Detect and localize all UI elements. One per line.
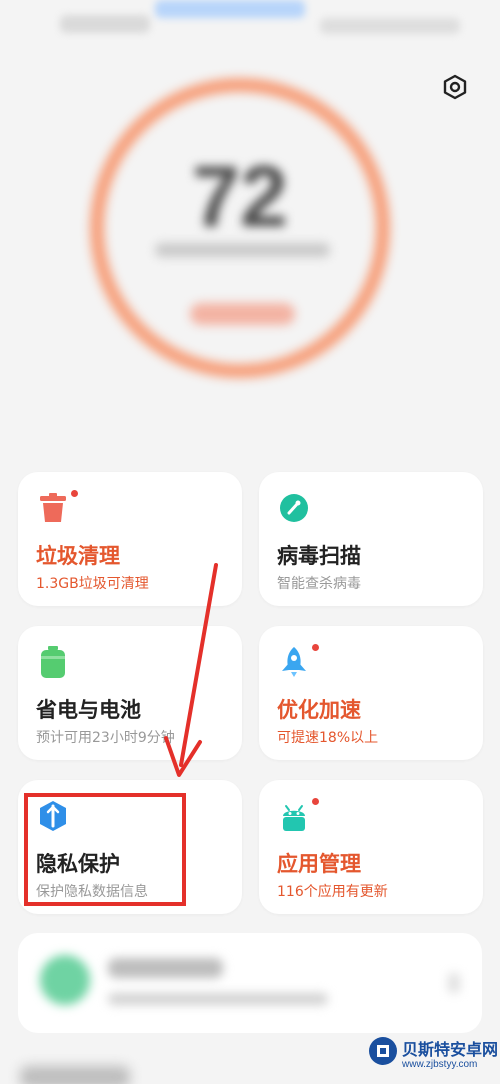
card-app-management[interactable]: 应用管理 116个应用有更新 xyxy=(259,780,483,914)
watermark-url: www.zjbstyy.com xyxy=(402,1059,478,1070)
watermark-name: 贝斯特安卓网 xyxy=(402,1040,499,1059)
card-subtitle: 1.3GB垃圾可清理 xyxy=(36,576,149,592)
card-subtitle: 智能查杀病毒 xyxy=(277,576,361,592)
feature-subtitle xyxy=(108,993,328,1005)
score-value: 72 xyxy=(192,149,288,245)
chevron-right-icon xyxy=(448,973,460,993)
notification-dot xyxy=(312,644,319,651)
status-bar xyxy=(0,0,500,60)
card-speed-boost[interactable]: 优化加速 可提速18%以上 xyxy=(259,626,483,760)
android-app-icon xyxy=(283,805,305,831)
status-bar-right xyxy=(320,18,460,34)
card-subtitle: 可提速18%以上 xyxy=(277,730,379,746)
trash-icon xyxy=(40,493,66,522)
card-battery[interactable]: 省电与电池 预计可用23小时9分钟 xyxy=(18,626,242,760)
watermark: 贝斯特安卓网 www.zjbstyy.com xyxy=(368,1032,498,1080)
notification-dot xyxy=(71,490,78,497)
card-title: 应用管理 xyxy=(277,852,361,876)
optimize-button[interactable] xyxy=(190,303,295,325)
card-subtitle: 保护隐私数据信息 xyxy=(36,884,148,900)
card-title: 垃圾清理 xyxy=(36,544,120,568)
card-title: 病毒扫描 xyxy=(277,544,361,568)
rocket-icon xyxy=(282,647,306,677)
feature-title xyxy=(108,958,223,978)
section-header-blurred xyxy=(20,1066,130,1084)
score-status-text xyxy=(155,243,330,257)
card-subtitle: 116个应用有更新 xyxy=(277,884,388,900)
status-bar-center xyxy=(155,0,305,18)
card-title: 优化加速 xyxy=(277,698,361,722)
privacy-shield-icon xyxy=(40,801,66,831)
virus-scan-icon xyxy=(280,494,308,522)
settings-button[interactable] xyxy=(438,70,472,104)
status-bar-left xyxy=(60,15,150,33)
security-app-screen: 72 垃圾清理 1.3GB垃圾可清理 病毒扫描 智能查杀病毒 省电与电池 预计可… xyxy=(0,0,500,1084)
card-title: 省电与电池 xyxy=(36,698,141,722)
feature-icon xyxy=(40,955,90,1005)
card-title: 隐私保护 xyxy=(36,852,120,876)
security-score-panel[interactable]: 72 xyxy=(70,58,440,428)
battery-icon xyxy=(41,646,65,678)
card-junk-clean[interactable]: 垃圾清理 1.3GB垃圾可清理 xyxy=(18,472,242,606)
notification-dot xyxy=(312,798,319,805)
card-virus-scan[interactable]: 病毒扫描 智能查杀病毒 xyxy=(259,472,483,606)
card-privacy-protection[interactable]: 隐私保护 保护隐私数据信息 xyxy=(18,780,242,914)
watermark-logo-icon xyxy=(369,1037,397,1065)
card-blurred-feature[interactable] xyxy=(18,933,482,1033)
settings-hexagon-icon xyxy=(443,74,467,100)
card-subtitle: 预计可用23小时9分钟 xyxy=(36,730,175,746)
